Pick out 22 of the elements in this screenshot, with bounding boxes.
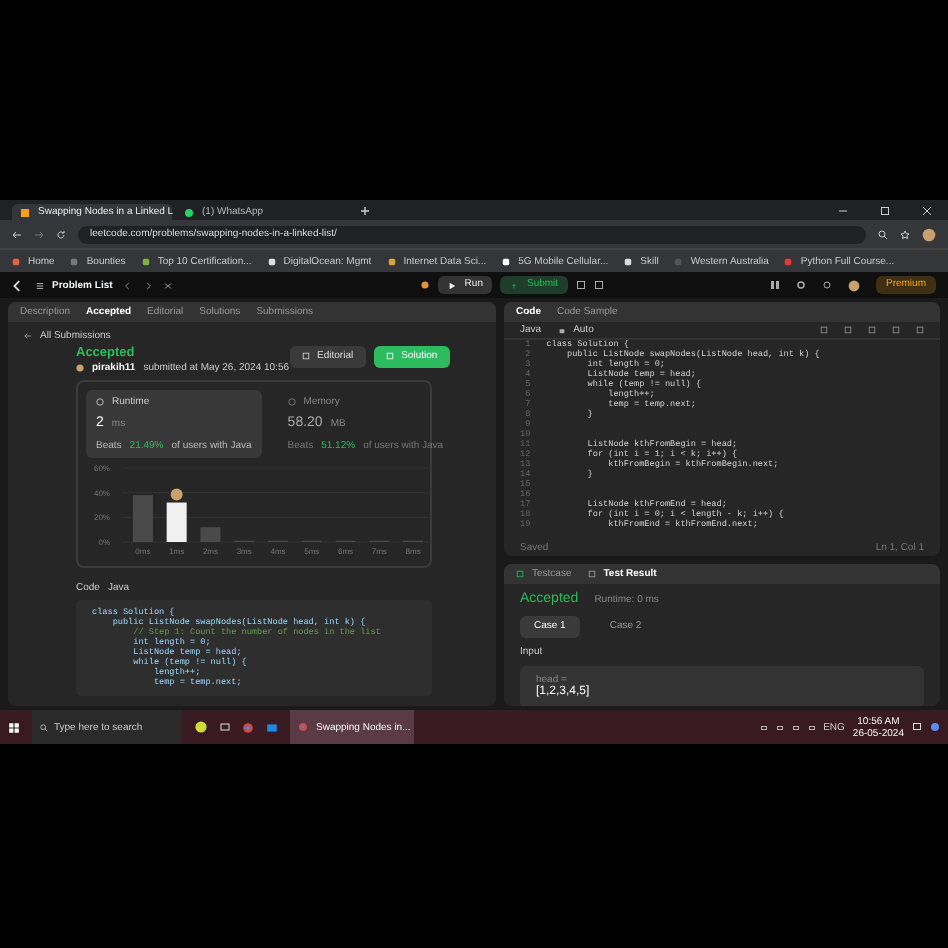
avatar-icon	[76, 363, 84, 372]
maximize-icon[interactable]	[880, 205, 890, 215]
back-arrow-icon[interactable]	[24, 332, 32, 340]
layout-icon[interactable]	[769, 280, 780, 290]
back-icon[interactable]	[12, 229, 22, 239]
reload-icon[interactable]	[56, 229, 66, 239]
windows-icon[interactable]	[8, 721, 20, 733]
search-icon[interactable]	[878, 229, 888, 239]
avatar-icon[interactable]	[847, 279, 860, 291]
search-icon	[40, 723, 48, 731]
play-icon	[448, 281, 457, 289]
avatar-icon	[170, 488, 183, 501]
browser-icon	[298, 722, 308, 732]
bar[interactable]	[166, 502, 187, 543]
plus-icon[interactable]	[360, 206, 370, 216]
browser-icon[interactable]	[242, 721, 254, 733]
close-icon[interactable]	[922, 205, 932, 215]
avatar-icon[interactable]	[922, 227, 936, 241]
star-icon[interactable]	[900, 229, 910, 239]
forward-icon[interactable]	[34, 229, 44, 239]
list-icon	[36, 281, 44, 289]
minimize-icon[interactable]	[838, 205, 848, 215]
